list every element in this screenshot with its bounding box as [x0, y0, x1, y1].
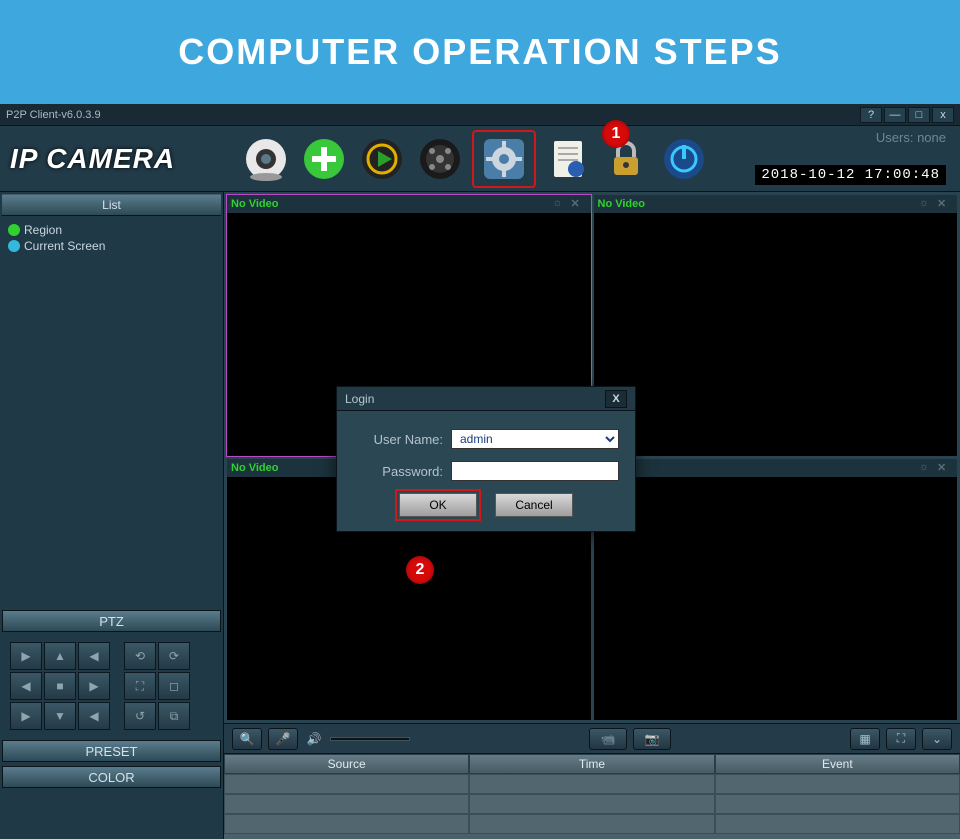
camera-icon[interactable]: [240, 133, 292, 185]
list-header[interactable]: List: [2, 194, 221, 216]
ptz-rotate-ccw-btn[interactable]: ⟲: [124, 642, 156, 670]
table-row: [224, 774, 960, 794]
preset-tab[interactable]: PRESET: [2, 740, 221, 762]
password-label: Password:: [353, 464, 443, 479]
ok-button[interactable]: OK: [399, 493, 477, 517]
power-icon[interactable]: [658, 133, 710, 185]
login-close-button[interactable]: X: [605, 390, 627, 408]
app-title: P2P Client-v6.0.3.9: [6, 109, 101, 121]
app-logo: IP CAMERA: [10, 143, 210, 175]
maximize-button[interactable]: □: [908, 107, 930, 123]
col-event[interactable]: Event: [715, 754, 960, 774]
password-input[interactable]: [451, 461, 619, 481]
ptz-rotate-cw-btn[interactable]: ⟳: [158, 642, 190, 670]
ptz-right3-btn[interactable]: ▶: [10, 702, 42, 730]
ptz-down-btn[interactable]: ▼: [44, 702, 76, 730]
ptz-up-btn[interactable]: ▲: [44, 642, 76, 670]
add-icon[interactable]: [298, 133, 350, 185]
device-tree: Region Current Screen: [0, 218, 223, 608]
bottom-toolbar: 🔍 🎤 🔊 📹 📷 ▦ ⛶ ⌄: [224, 723, 960, 753]
step-badge-1: 1: [602, 120, 630, 148]
screen-icon: [8, 240, 20, 252]
close-pane-icon[interactable]: ✕: [571, 197, 587, 211]
speaker-icon[interactable]: 🔊: [304, 728, 324, 750]
ptz-right-btn[interactable]: ▶: [10, 642, 42, 670]
username-label: User Name:: [353, 432, 443, 447]
tree-item-region[interactable]: Region: [8, 222, 215, 238]
volume-slider[interactable]: [330, 737, 410, 741]
pane-label: No Video: [231, 462, 278, 474]
log-icon[interactable]: [542, 133, 594, 185]
light-icon[interactable]: ☼: [553, 197, 569, 211]
ptz-panel: ▶ ▲ ◀ ◀ ■ ▶ ▶ ▼ ◀ ⟲ ⟳ ⛶ ◻ ↺ ⧉: [0, 634, 223, 738]
username-select[interactable]: admin: [451, 429, 619, 449]
collapse-icon[interactable]: ⌄: [922, 728, 952, 750]
titlebar: P2P Client-v6.0.3.9 ? — □ x: [0, 104, 960, 126]
minimize-button[interactable]: —: [884, 107, 906, 123]
col-source[interactable]: Source: [224, 754, 469, 774]
snapshot-btn[interactable]: 📷: [633, 728, 671, 750]
ptz-stop-btn[interactable]: ■: [44, 672, 76, 700]
login-title: Login: [345, 392, 374, 406]
ptz-group-btn[interactable]: ⧉: [158, 702, 190, 730]
tree-item-label: Current Screen: [24, 239, 105, 253]
pane-label: No Video: [231, 198, 278, 210]
tree-item-current-screen[interactable]: Current Screen: [8, 238, 215, 254]
settings-icon[interactable]: [472, 130, 536, 188]
zoom-icon[interactable]: 🔍: [232, 728, 262, 750]
login-dialog: Login X User Name: admin Password: OK Ca…: [336, 386, 636, 532]
sidebar: List Region Current Screen PTZ ▶ ▲ ◀ ◀: [0, 192, 224, 839]
event-table: Source Time Event: [224, 753, 960, 839]
close-pane-icon[interactable]: ✕: [937, 197, 953, 211]
ptz-left-btn[interactable]: ◀: [78, 642, 110, 670]
close-pane-icon[interactable]: ✕: [937, 461, 953, 475]
record-icon[interactable]: [414, 133, 466, 185]
video-pane-4[interactable]: Video☼✕: [593, 458, 959, 721]
layout-grid-icon[interactable]: ▦: [850, 728, 880, 750]
video-pane-2[interactable]: No Video ☼✕: [593, 194, 959, 457]
globe-icon: [8, 224, 20, 236]
ptz-direction-pad: ▶ ▲ ◀ ◀ ■ ▶ ▶ ▼ ◀: [10, 642, 110, 730]
light-icon[interactable]: ☼: [919, 197, 935, 211]
ptz-inner-btn[interactable]: ◻: [158, 672, 190, 700]
cancel-button[interactable]: Cancel: [495, 493, 573, 517]
users-label: Users: none: [876, 130, 946, 145]
ptz-expand-btn[interactable]: ⛶: [124, 672, 156, 700]
datetime-display: 2018-10-12 17:00:48: [755, 165, 946, 185]
help-button[interactable]: ?: [860, 107, 882, 123]
banner-title: COMPUTER OPERATION STEPS: [178, 31, 781, 73]
close-button[interactable]: x: [932, 107, 954, 123]
ptz-left3-btn[interactable]: ◀: [78, 702, 110, 730]
fullscreen-icon[interactable]: ⛶: [886, 728, 916, 750]
ptz-left2-btn[interactable]: ◀: [10, 672, 42, 700]
page-banner: COMPUTER OPERATION STEPS: [0, 0, 960, 104]
step-badge-2: 2: [406, 556, 434, 584]
ptz-header[interactable]: PTZ: [2, 610, 221, 632]
ptz-reset-btn[interactable]: ↺: [124, 702, 156, 730]
ptz-right2-btn[interactable]: ▶: [78, 672, 110, 700]
light-icon[interactable]: ☼: [919, 461, 935, 475]
col-time[interactable]: Time: [469, 754, 714, 774]
tree-item-label: Region: [24, 223, 62, 237]
table-row: [224, 814, 960, 834]
record-btn[interactable]: 📹: [589, 728, 627, 750]
play-icon[interactable]: [356, 133, 408, 185]
ptz-aux-pad: ⟲ ⟳ ⛶ ◻ ↺ ⧉: [124, 642, 190, 730]
color-tab[interactable]: COLOR: [2, 766, 221, 788]
table-row: [224, 794, 960, 814]
pane-label: No Video: [598, 198, 645, 210]
mic-icon[interactable]: 🎤: [268, 728, 298, 750]
top-toolbar: IP CAMERA: [0, 126, 960, 192]
